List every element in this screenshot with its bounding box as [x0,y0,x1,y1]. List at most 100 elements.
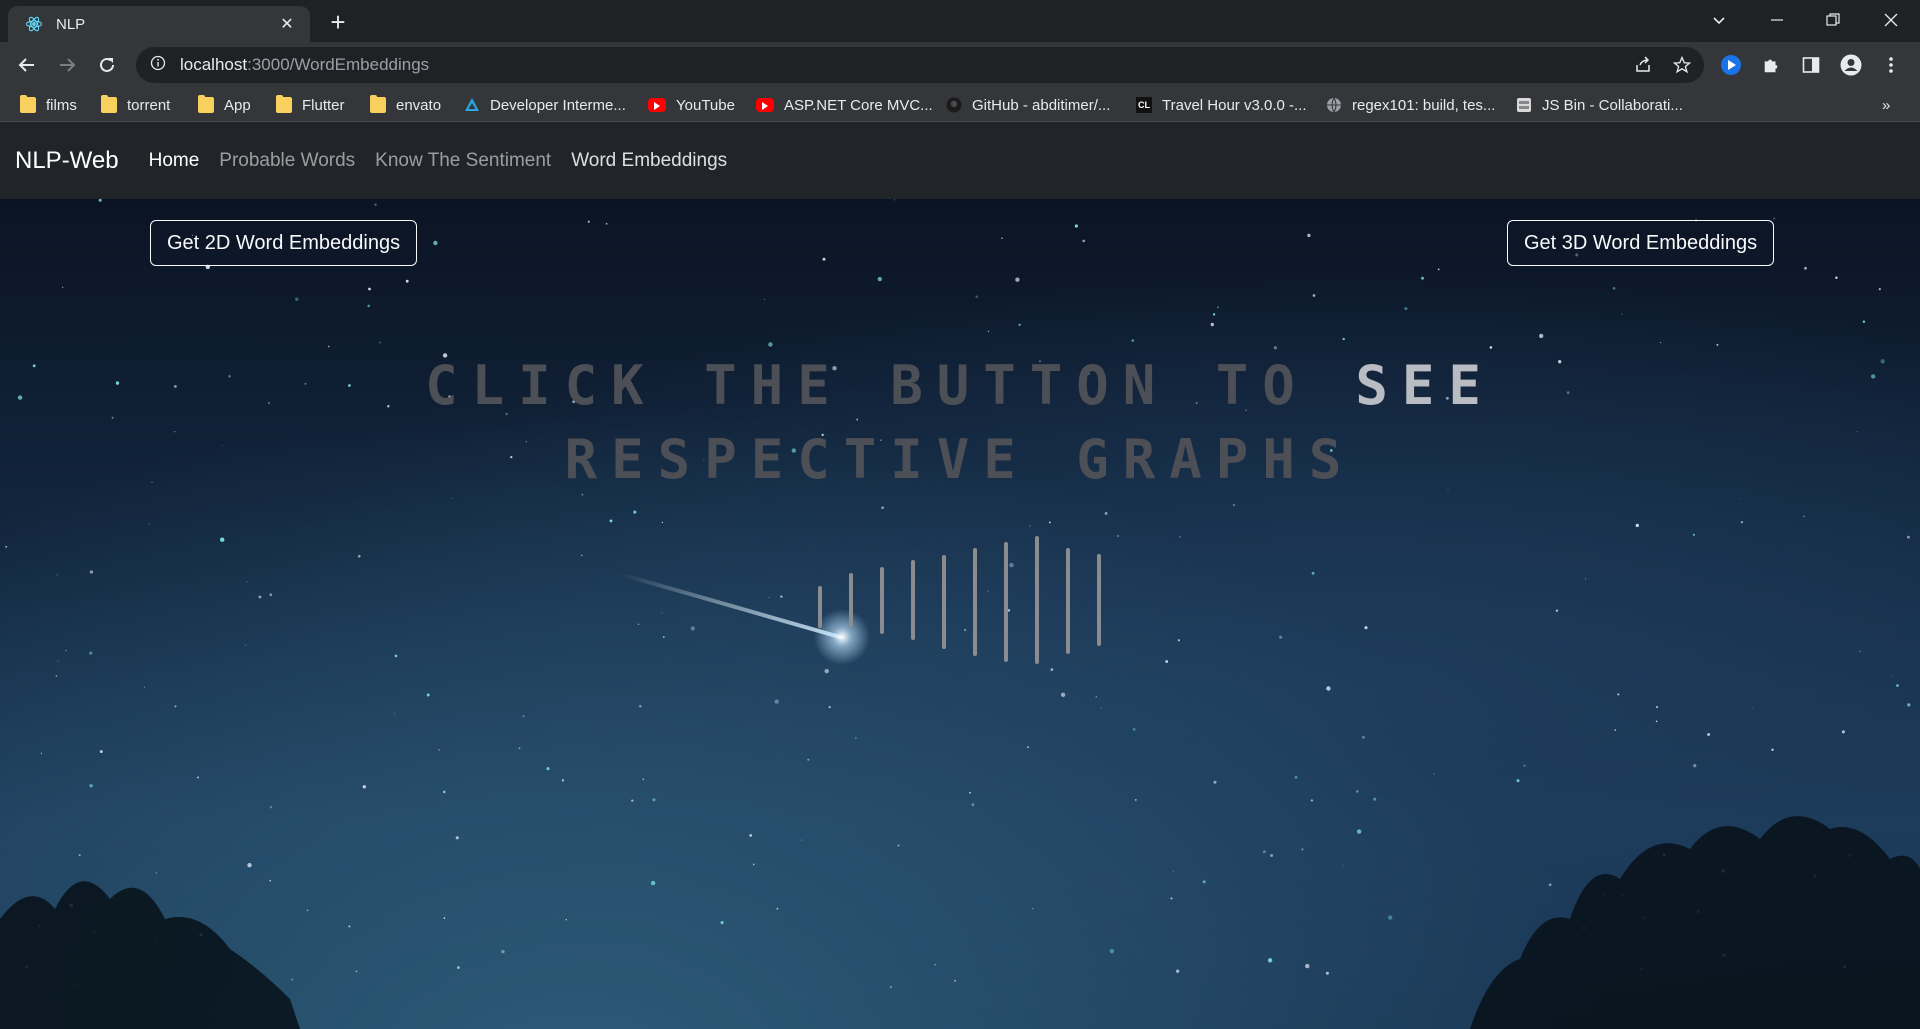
get-3d-embeddings-button[interactable]: Get 3D Word Embeddings [1507,220,1775,266]
bookmark-travel-hour[interactable]: CL Travel Hour v3.0.0 -... [1136,94,1307,116]
star [581,554,583,557]
get-2d-embeddings-button[interactable]: Get 2D Word Embeddings [150,220,418,266]
star [1614,729,1617,731]
star [605,222,608,225]
restore-icon[interactable] [1810,0,1856,40]
star [89,651,93,655]
star [1210,322,1215,327]
tab-close-icon[interactable]: ✕ [276,13,298,35]
bookmark-developer[interactable]: Developer Interme... [464,94,626,116]
headline-line-2: RESPECTIVE GRAPHS [564,428,1356,491]
bookmark-torrent[interactable]: torrent [101,94,170,116]
star [426,693,430,697]
nav-word-embeddings[interactable]: Word Embeddings [571,150,727,172]
bookmark-flutter[interactable]: Flutter [276,94,345,116]
loading-bar [880,567,884,634]
star [1859,650,1861,652]
star [768,342,773,347]
star [98,199,102,202]
star [1326,686,1331,691]
star [99,750,103,754]
star [1804,266,1807,270]
star [1165,660,1169,663]
star [245,644,247,646]
extension-play-icon[interactable] [1716,50,1746,80]
menu-kebab-icon[interactable] [1876,50,1906,80]
star [40,752,43,754]
address-bar[interactable]: localhost:3000/WordEmbeddings [136,47,1704,83]
bookmark-jsbin[interactable]: JS Bin - Collaborati... [1516,94,1683,116]
star [1179,536,1181,538]
tab-search-icon[interactable] [1696,0,1742,40]
star [661,521,664,524]
site-info-icon[interactable] [150,55,166,76]
share-icon[interactable] [1628,50,1658,80]
bookmark-aspnet[interactable]: ASP.NET Core MVC... [756,94,933,116]
bookmark-github[interactable]: GitHub - abditimer/... [946,94,1110,116]
star [1015,277,1020,282]
github-icon [946,97,962,113]
star [639,704,642,708]
star [438,749,440,751]
star [1307,233,1311,238]
star [1612,287,1616,290]
bookmark-regex101[interactable]: regex101: build, tes... [1326,94,1495,116]
nav-know-the-sentiment[interactable]: Know The Sentiment [375,150,551,172]
star [358,555,361,558]
star [1773,217,1776,220]
forward-icon[interactable] [52,50,82,80]
star [1771,748,1774,751]
loading-bar [973,548,977,656]
brand-logo[interactable]: NLP-Web [15,147,119,175]
star [633,510,637,514]
star [1361,735,1365,739]
new-tab-icon[interactable]: + [324,7,352,37]
bookmark-app[interactable]: App [198,94,251,116]
back-icon[interactable] [12,50,42,80]
star [1692,533,1695,536]
star [987,330,990,333]
browser-tab[interactable]: NLP ✕ [8,6,310,42]
star [587,220,590,223]
star [807,758,810,761]
profile-icon[interactable] [1836,50,1866,80]
star [893,199,896,201]
side-panel-icon[interactable] [1796,50,1826,80]
loading-bar [818,586,822,628]
star [394,654,398,658]
bookmarks-bar: films torrent App Flutter envato Develop… [0,88,1920,122]
star [55,675,58,677]
nav-home[interactable]: Home [149,150,200,172]
star [405,279,409,283]
star [1739,497,1741,499]
bookmark-youtube[interactable]: YouTube [648,94,735,116]
nav-probable-words[interactable]: Probable Words [219,150,355,172]
star [1074,224,1079,228]
star [1048,521,1051,524]
extensions-puzzle-icon[interactable] [1756,50,1786,80]
bookmark-films[interactable]: films [20,94,77,116]
star [367,304,370,308]
star [1132,728,1136,731]
loading-bar [942,555,946,649]
minimize-icon[interactable] [1754,0,1800,40]
bookmark-star-icon[interactable] [1667,50,1697,80]
bookmark-envato[interactable]: envato [370,94,441,116]
star [1803,515,1805,518]
star [374,203,377,206]
star [1027,746,1029,748]
more-bookmarks-button[interactable]: » [1882,94,1890,116]
star [822,257,826,261]
folder-icon [370,95,386,113]
star [57,660,59,662]
close-window-icon[interactable] [1868,0,1914,40]
star [269,593,273,597]
star [1555,609,1559,612]
star [881,506,884,510]
star [1862,320,1866,323]
star [1177,639,1181,642]
star [65,649,67,652]
folder-icon [198,95,214,113]
star [1891,675,1893,677]
reload-icon[interactable] [92,50,122,80]
